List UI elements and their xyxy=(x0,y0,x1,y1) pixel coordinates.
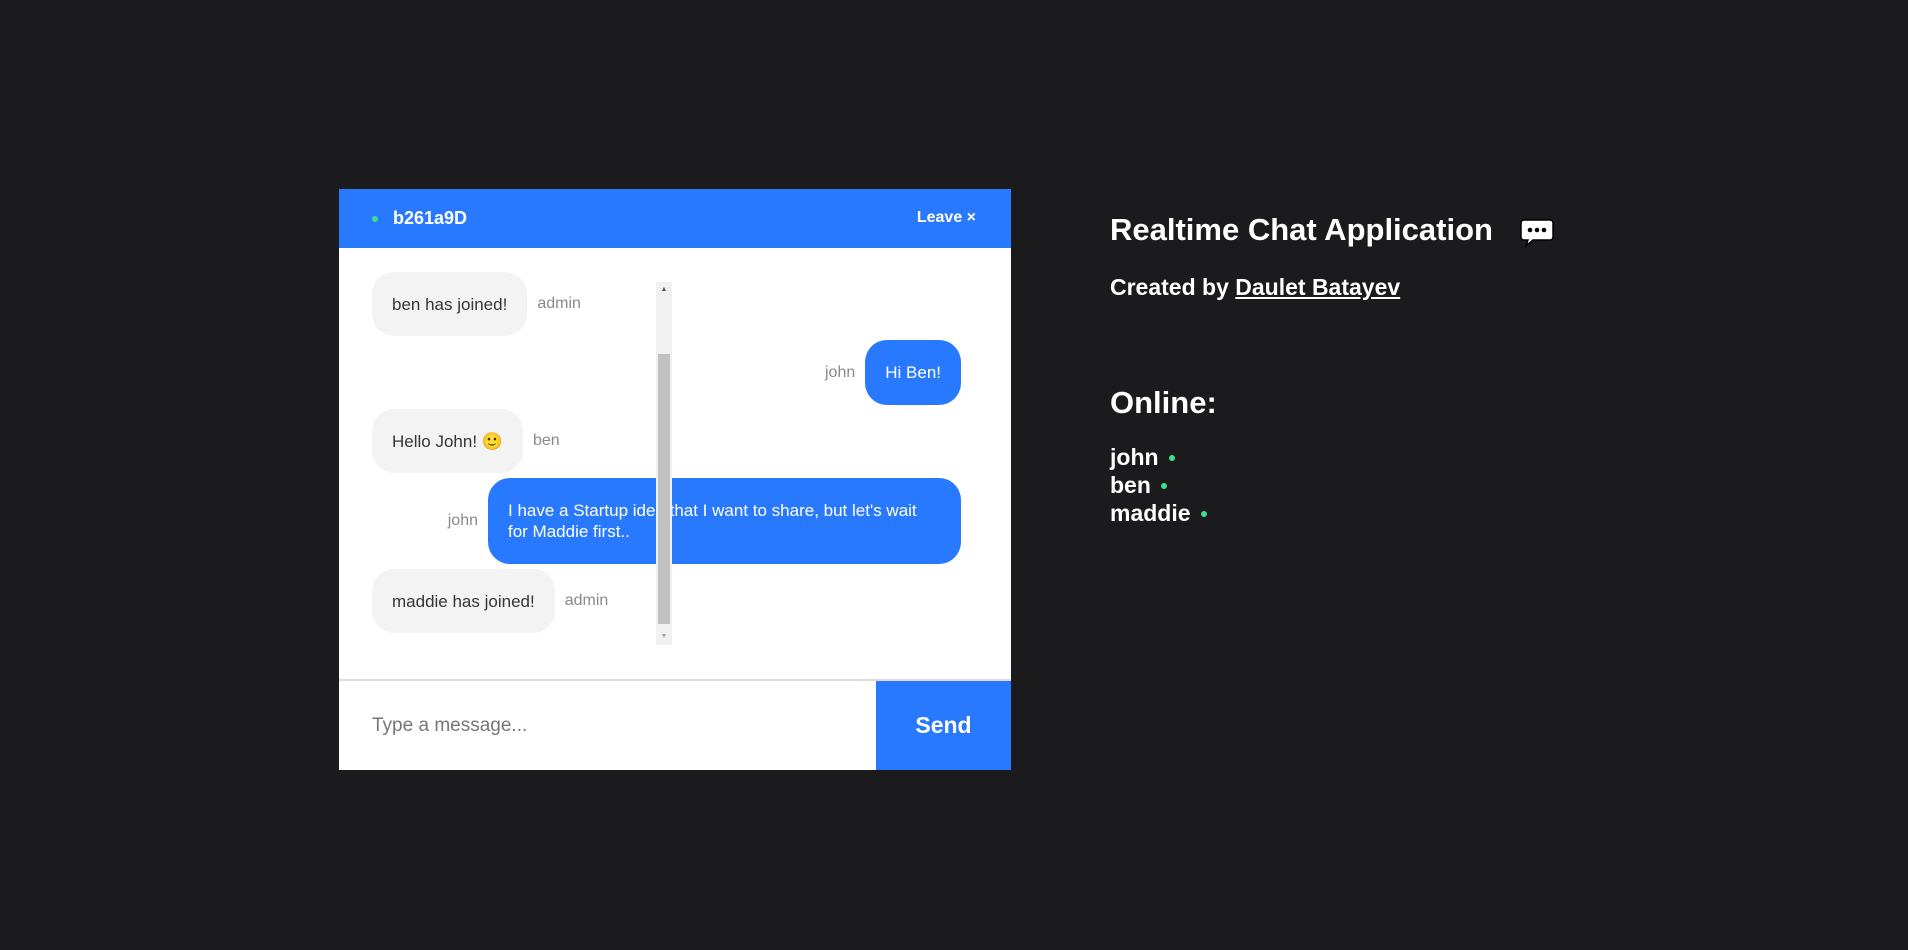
chat-window: b261a9D Leave × ben has joined! admin jo… xyxy=(339,189,1011,770)
online-user-name: john xyxy=(1110,444,1159,470)
message-sender: john xyxy=(825,363,856,381)
message-item: Hello John! 🙂 ben xyxy=(372,409,560,473)
online-title: Online: xyxy=(1110,385,1217,420)
arrow-up-icon[interactable]: ▲ xyxy=(656,284,672,296)
message-item: john I have a Startup idea that I want t… xyxy=(448,478,961,564)
online-status-icon xyxy=(1200,511,1207,517)
message-item: john Hi Ben! xyxy=(825,340,961,405)
message-bubble: ben has joined! xyxy=(372,272,528,336)
author-link[interactable]: Daulet Batayev xyxy=(1235,274,1400,300)
message-item: ben has joined! admin xyxy=(372,272,581,336)
message-bubble: Hello John! 🙂 xyxy=(372,409,523,473)
app-title-text: Realtime Chat Application xyxy=(1110,212,1493,247)
messages-scrollbar[interactable]: ▲ ▼ xyxy=(656,282,672,645)
leave-button[interactable]: Leave × xyxy=(917,209,976,227)
chat-header: b261a9D Leave × xyxy=(339,189,1011,248)
app-title: Realtime Chat Application xyxy=(1110,212,1493,248)
send-button[interactable]: Send xyxy=(876,681,1011,770)
created-by: Created by Daulet Batayev xyxy=(1110,274,1400,301)
online-user-name: ben xyxy=(1110,472,1151,498)
message-input[interactable] xyxy=(339,681,875,770)
online-user: ben xyxy=(1110,471,1207,499)
scrollbar-thumb[interactable] xyxy=(658,354,670,624)
message-item: maddie has joined! admin xyxy=(372,569,608,633)
message-sender: admin xyxy=(564,592,609,609)
online-status-icon xyxy=(1160,483,1167,489)
online-user-name: maddie xyxy=(1110,500,1191,526)
message-composer: Send xyxy=(339,679,1011,770)
online-status-icon xyxy=(1168,455,1175,461)
message-sender: john xyxy=(447,512,478,529)
online-user-list: john ben maddie xyxy=(1110,443,1207,527)
online-user: maddie xyxy=(1110,499,1207,527)
message-bubble: maddie has joined! xyxy=(372,569,555,633)
online-status-icon xyxy=(372,216,378,222)
message-sender: ben xyxy=(532,432,560,449)
arrow-down-icon[interactable]: ▼ xyxy=(656,631,672,643)
speech-bubble-icon xyxy=(1520,219,1554,248)
created-prefix: Created by xyxy=(1110,274,1229,300)
message-bubble: I have a Startup idea that I want to sha… xyxy=(488,478,961,564)
message-list: ben has joined! admin john Hi Ben! Hello… xyxy=(339,248,1011,669)
online-user: john xyxy=(1110,443,1207,471)
message-bubble: Hi Ben! xyxy=(865,340,961,405)
room-name: b261a9D xyxy=(393,208,468,228)
message-sender: admin xyxy=(537,295,581,312)
